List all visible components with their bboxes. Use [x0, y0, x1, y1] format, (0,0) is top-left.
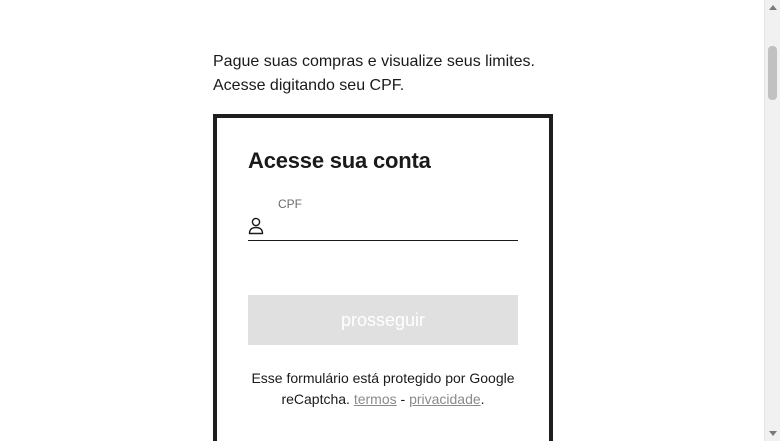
intro-line-1: Pague suas compras e visualize seus limi…	[213, 53, 535, 70]
scroll-up-arrow-icon[interactable]	[769, 5, 777, 10]
terms-link[interactable]: termos	[354, 391, 397, 407]
user-icon	[248, 217, 264, 235]
page: Pague suas compras e visualize seus limi…	[0, 0, 780, 441]
vertical-scrollbar[interactable]	[764, 0, 780, 441]
intro-text: Pague suas compras e visualize seus limi…	[213, 50, 573, 98]
recaptcha-period: .	[480, 391, 485, 407]
login-card: Acesse sua conta CPF prosseguir Esse for…	[213, 114, 553, 441]
recaptcha-notice: Esse formulário está protegido por Googl…	[237, 368, 529, 410]
link-separator: -	[396, 391, 410, 407]
cpf-field[interactable]: CPF	[248, 194, 518, 241]
scroll-thumb[interactable]	[768, 46, 777, 100]
login-title: Acesse sua conta	[248, 148, 431, 173]
privacy-link[interactable]: privacidade	[409, 391, 481, 407]
cpf-input[interactable]	[276, 216, 516, 236]
intro-line-2: Acesse digitando seu CPF.	[213, 77, 405, 94]
scroll-down-arrow-icon[interactable]	[769, 431, 777, 436]
prosseguir-button[interactable]: prosseguir	[248, 295, 518, 345]
cpf-label: CPF	[278, 197, 302, 211]
